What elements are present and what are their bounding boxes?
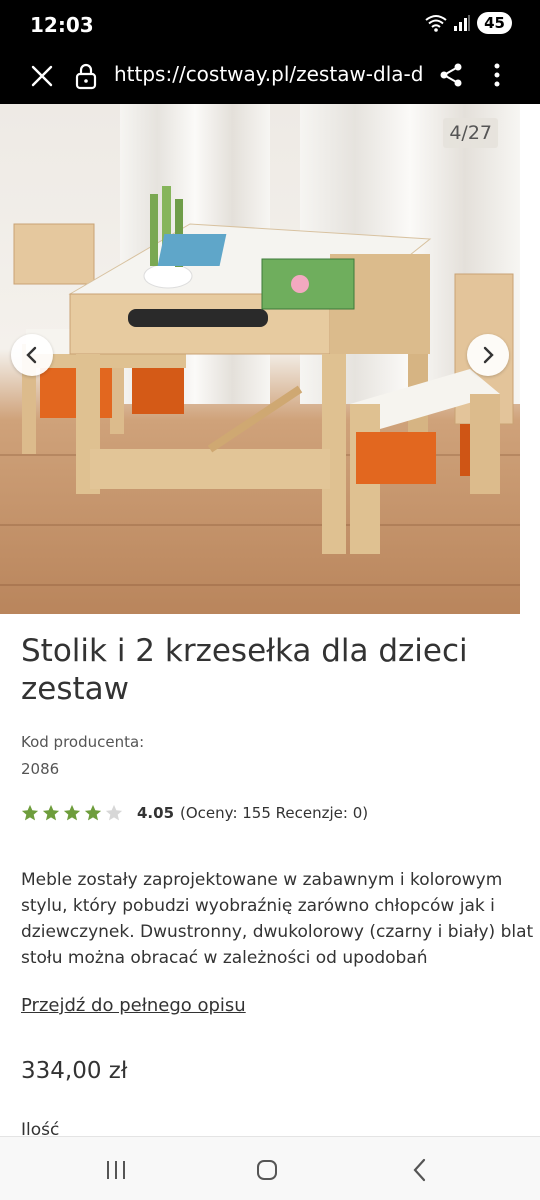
image-counter: 4/27 bbox=[443, 118, 498, 148]
next-image-button[interactable] bbox=[467, 334, 509, 376]
more-options-icon[interactable] bbox=[484, 60, 510, 90]
share-icon[interactable] bbox=[436, 60, 466, 90]
rating-value: 4.05 bbox=[137, 804, 175, 822]
star-empty-icon bbox=[105, 804, 123, 821]
product-price: 334,00 zł bbox=[21, 1058, 128, 1084]
product-image-gallery[interactable]: 4/27 bbox=[0, 104, 520, 614]
product-rating[interactable]: 4.05 (Oceny: 155 Recenzje: 0) bbox=[21, 804, 368, 822]
back-icon[interactable] bbox=[408, 1157, 432, 1183]
recent-apps-icon[interactable] bbox=[104, 1159, 128, 1181]
product-title: Stolik i 2 krzesełka dla dzieci zestaw bbox=[21, 633, 468, 707]
previous-image-button[interactable] bbox=[11, 334, 53, 376]
manufacturer-code-label: Kod producenta: bbox=[21, 733, 145, 751]
wifi-icon bbox=[425, 15, 447, 32]
star-filled-icon bbox=[84, 804, 102, 821]
star-filled-icon bbox=[21, 804, 39, 821]
star-filled-icon bbox=[63, 804, 81, 821]
product-photo bbox=[13, 186, 514, 554]
system-navigation-bar bbox=[0, 1136, 540, 1200]
url-address[interactable]: https://costway.pl/zestaw-dla-dz bbox=[114, 62, 424, 86]
status-icons: 45 bbox=[425, 12, 512, 34]
battery-indicator: 45 bbox=[477, 12, 512, 34]
rating-meta: (Oceny: 155 Recenzje: 0) bbox=[180, 804, 369, 822]
signal-icon bbox=[454, 15, 471, 31]
chevron-right-icon bbox=[483, 346, 494, 364]
star-filled-icon bbox=[42, 804, 60, 821]
browser-toolbar: https://costway.pl/zestaw-dla-dz bbox=[0, 48, 540, 104]
close-icon[interactable] bbox=[28, 62, 56, 90]
status-time: 12:03 bbox=[30, 13, 94, 37]
status-bar: 12:03 45 bbox=[0, 0, 540, 48]
product-description: Meble zostały zaprojektowane w zabawnym … bbox=[21, 870, 534, 968]
full-description-link[interactable]: Przejdź do pełnego opisu bbox=[21, 995, 246, 1016]
manufacturer-code-value: 2086 bbox=[21, 760, 60, 778]
home-icon[interactable] bbox=[256, 1159, 278, 1181]
chevron-left-icon bbox=[26, 346, 37, 364]
lock-icon[interactable] bbox=[74, 62, 98, 90]
rating-stars bbox=[21, 804, 123, 822]
